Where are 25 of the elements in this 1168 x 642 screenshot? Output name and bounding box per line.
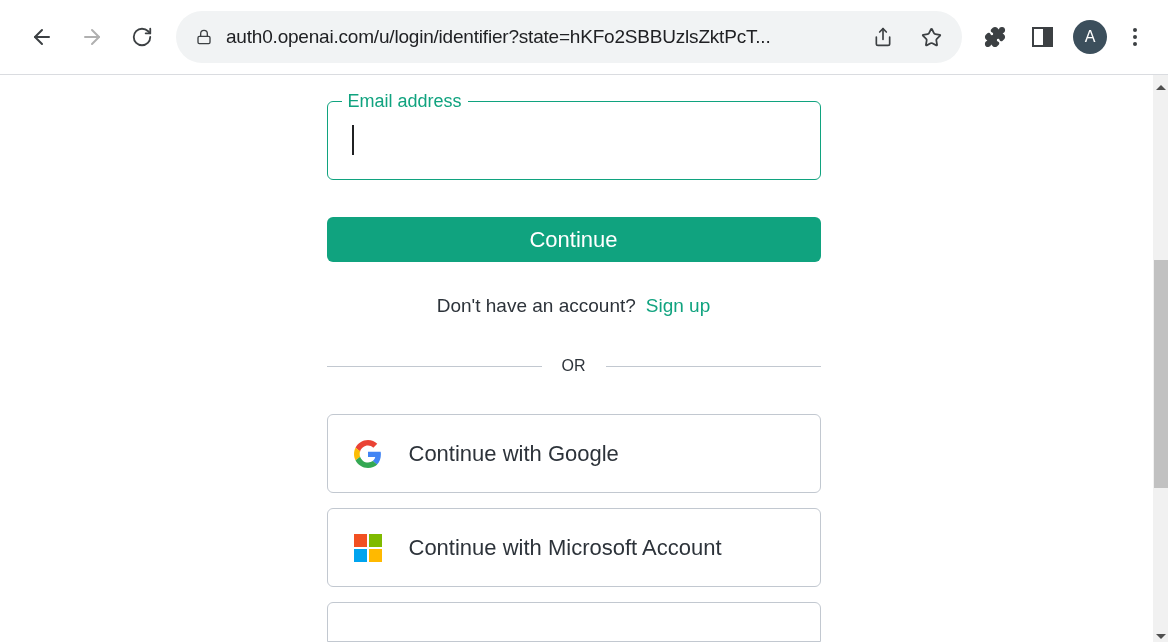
- share-icon: [873, 27, 893, 47]
- lock-icon: [196, 29, 212, 45]
- puzzle-piece-icon: [984, 26, 1006, 48]
- signup-prompt: Don't have an account?: [436, 293, 636, 318]
- menu-icon: [1133, 28, 1137, 46]
- extensions-button[interactable]: [984, 26, 1006, 48]
- bookmark-star-button[interactable]: [921, 26, 942, 48]
- url-text: auth0.openai.com/u/login/identifier?state=hKFo2SBBUzlsZktPcT...: [226, 24, 772, 49]
- scrollbar[interactable]: [1153, 75, 1168, 642]
- or-divider-text: OR: [560, 356, 587, 376]
- google-logo-icon: [353, 439, 382, 468]
- menu-button[interactable]: [1133, 28, 1137, 46]
- side-panel-button[interactable]: [1032, 27, 1053, 47]
- star-icon: [921, 26, 942, 48]
- profile-avatar[interactable]: A: [1073, 20, 1107, 54]
- scroll-down-arrow-icon[interactable]: [1155, 634, 1166, 639]
- reload-icon: [131, 26, 153, 48]
- google-sign-in-button[interactable]: Continue with Google: [326, 414, 821, 493]
- text-cursor: [351, 125, 354, 155]
- scrollbar-thumb[interactable]: [1153, 260, 1168, 488]
- share-button[interactable]: [873, 27, 893, 47]
- scroll-up-arrow-icon[interactable]: [1155, 85, 1166, 90]
- address-bar[interactable]: auth0.openai.com/u/login/identifier?state=hKFo2SBBUzlsZktPcT...: [176, 11, 962, 63]
- microsoft-sign-in-button[interactable]: Continue with Microsoft Account: [326, 508, 821, 587]
- microsoft-logo-icon: [353, 533, 382, 562]
